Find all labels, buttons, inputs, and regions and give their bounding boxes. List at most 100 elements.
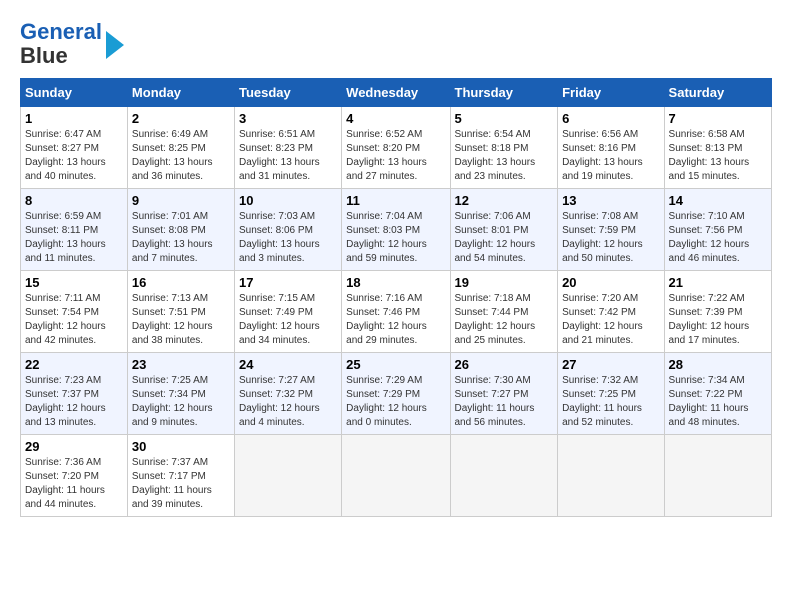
day-info: Sunrise: 7:13 AMSunset: 7:51 PMDaylight:… [132,292,230,348]
calendar-cell: 9 Sunrise: 7:01 AMSunset: 8:08 PMDaylight… [127,189,234,271]
calendar-cell: 22 Sunrise: 7:23 AMSunset: 7:37 PMDayligh… [21,353,128,435]
calendar-cell: 14 Sunrise: 7:10 AMSunset: 7:56 PMDayligh… [664,189,771,271]
day-number: 3 [239,111,337,126]
calendar-header-row: SundayMondayTuesdayWednesdayThursdayFrid… [21,79,772,107]
logo: GeneralBlue [20,20,124,68]
calendar-cell [450,435,558,517]
day-number: 15 [25,275,123,290]
day-number: 7 [669,111,767,126]
day-info: Sunrise: 7:32 AMSunset: 7:25 PMDaylight:… [562,374,659,430]
day-number: 25 [346,357,445,372]
day-info: Sunrise: 6:49 AMSunset: 8:25 PMDaylight:… [132,128,230,184]
calendar-week-row: 15 Sunrise: 7:11 AMSunset: 7:54 PMDayligh… [21,271,772,353]
calendar-cell: 5 Sunrise: 6:54 AMSunset: 8:18 PMDaylight… [450,107,558,189]
day-info: Sunrise: 7:30 AMSunset: 7:27 PMDaylight:… [455,374,554,430]
day-number: 27 [562,357,659,372]
day-number: 28 [669,357,767,372]
calendar-cell: 27 Sunrise: 7:32 AMSunset: 7:25 PMDayligh… [558,353,664,435]
day-info: Sunrise: 6:47 AMSunset: 8:27 PMDaylight:… [25,128,123,184]
calendar-cell: 4 Sunrise: 6:52 AMSunset: 8:20 PMDaylight… [342,107,450,189]
day-number: 21 [669,275,767,290]
day-number: 8 [25,193,123,208]
calendar-cell [664,435,771,517]
day-number: 1 [25,111,123,126]
calendar-cell: 3 Sunrise: 6:51 AMSunset: 8:23 PMDaylight… [234,107,341,189]
day-number: 2 [132,111,230,126]
day-number: 4 [346,111,445,126]
day-info: Sunrise: 7:37 AMSunset: 7:17 PMDaylight:… [132,456,230,512]
day-info: Sunrise: 7:22 AMSunset: 7:39 PMDaylight:… [669,292,767,348]
day-info: Sunrise: 6:54 AMSunset: 8:18 PMDaylight:… [455,128,554,184]
calendar-cell [234,435,341,517]
day-info: Sunrise: 7:25 AMSunset: 7:34 PMDaylight:… [132,374,230,430]
weekday-header: Saturday [664,79,771,107]
weekday-header: Friday [558,79,664,107]
logo-text: GeneralBlue [20,20,102,68]
calendar-week-row: 8Sunrise: 6:59 AMSunset: 8:11 PMDaylight… [21,189,772,271]
day-info: Sunrise: 7:34 AMSunset: 7:22 PMDaylight:… [669,374,767,430]
day-info: Sunrise: 7:18 AMSunset: 7:44 PMDaylight:… [455,292,554,348]
day-info: Sunrise: 7:29 AMSunset: 7:29 PMDaylight:… [346,374,445,430]
calendar-cell: 8Sunrise: 6:59 AMSunset: 8:11 PMDaylight… [21,189,128,271]
day-number: 18 [346,275,445,290]
day-number: 29 [25,439,123,454]
weekday-header: Sunday [21,79,128,107]
day-number: 11 [346,193,445,208]
calendar-cell: 16 Sunrise: 7:13 AMSunset: 7:51 PMDayligh… [127,271,234,353]
calendar-cell: 18Sunrise: 7:16 AMSunset: 7:46 PMDayligh… [342,271,450,353]
calendar-cell: 23 Sunrise: 7:25 AMSunset: 7:34 PMDayligh… [127,353,234,435]
day-info: Sunrise: 6:56 AMSunset: 8:16 PMDaylight:… [562,128,659,184]
day-info: Sunrise: 7:20 AMSunset: 7:42 PMDaylight:… [562,292,659,348]
day-number: 22 [25,357,123,372]
day-info: Sunrise: 7:06 AMSunset: 8:01 PMDaylight:… [455,210,554,266]
day-info: Sunrise: 7:27 AMSunset: 7:32 PMDaylight:… [239,374,337,430]
calendar-week-row: 1 Sunrise: 6:47 AMSunset: 8:27 PMDaylight… [21,107,772,189]
day-info: Sunrise: 7:15 AMSunset: 7:49 PMDaylight:… [239,292,337,348]
day-info: Sunrise: 7:08 AMSunset: 7:59 PMDaylight:… [562,210,659,266]
day-number: 20 [562,275,659,290]
calendar-week-row: 22 Sunrise: 7:23 AMSunset: 7:37 PMDayligh… [21,353,772,435]
day-number: 10 [239,193,337,208]
weekday-header: Thursday [450,79,558,107]
calendar-cell: 11 Sunrise: 7:04 AMSunset: 8:03 PMDayligh… [342,189,450,271]
day-number: 16 [132,275,230,290]
day-info: Sunrise: 7:04 AMSunset: 8:03 PMDaylight:… [346,210,445,266]
calendar-cell: 25 Sunrise: 7:29 AMSunset: 7:29 PMDayligh… [342,353,450,435]
day-number: 17 [239,275,337,290]
day-info: Sunrise: 6:51 AMSunset: 8:23 PMDaylight:… [239,128,337,184]
calendar-cell: 6 Sunrise: 6:56 AMSunset: 8:16 PMDaylight… [558,107,664,189]
day-number: 12 [455,193,554,208]
day-info: Sunrise: 7:01 AMSunset: 8:08 PMDaylight:… [132,210,230,266]
header: GeneralBlue [20,20,772,68]
day-number: 26 [455,357,554,372]
calendar-cell [558,435,664,517]
day-info: Sunrise: 6:52 AMSunset: 8:20 PMDaylight:… [346,128,445,184]
day-info: Sunrise: 7:36 AMSunset: 7:20 PMDaylight:… [25,456,123,512]
day-number: 5 [455,111,554,126]
day-number: 9 [132,193,230,208]
day-number: 14 [669,193,767,208]
calendar-cell: 7Sunrise: 6:58 AMSunset: 8:13 PMDaylight… [664,107,771,189]
day-info: Sunrise: 7:11 AMSunset: 7:54 PMDaylight:… [25,292,123,348]
day-number: 13 [562,193,659,208]
weekday-header: Tuesday [234,79,341,107]
day-info: Sunrise: 7:23 AMSunset: 7:37 PMDaylight:… [25,374,123,430]
calendar-cell: 1 Sunrise: 6:47 AMSunset: 8:27 PMDaylight… [21,107,128,189]
calendar-cell: 24 Sunrise: 7:27 AMSunset: 7:32 PMDayligh… [234,353,341,435]
day-info: Sunrise: 7:10 AMSunset: 7:56 PMDaylight:… [669,210,767,266]
calendar-cell: 28 Sunrise: 7:34 AMSunset: 7:22 PMDayligh… [664,353,771,435]
calendar-week-row: 29 Sunrise: 7:36 AMSunset: 7:20 PMDayligh… [21,435,772,517]
day-info: Sunrise: 7:03 AMSunset: 8:06 PMDaylight:… [239,210,337,266]
day-number: 24 [239,357,337,372]
logo-arrow-icon [106,31,124,59]
day-number: 23 [132,357,230,372]
calendar-cell [342,435,450,517]
calendar-cell: 26 Sunrise: 7:30 AMSunset: 7:27 PMDayligh… [450,353,558,435]
calendar-cell: 21 Sunrise: 7:22 AMSunset: 7:39 PMDayligh… [664,271,771,353]
calendar-cell: 17 Sunrise: 7:15 AMSunset: 7:49 PMDayligh… [234,271,341,353]
calendar-table: SundayMondayTuesdayWednesdayThursdayFrid… [20,78,772,517]
day-number: 6 [562,111,659,126]
day-number: 30 [132,439,230,454]
day-number: 19 [455,275,554,290]
calendar-cell: 10 Sunrise: 7:03 AMSunset: 8:06 PMDayligh… [234,189,341,271]
